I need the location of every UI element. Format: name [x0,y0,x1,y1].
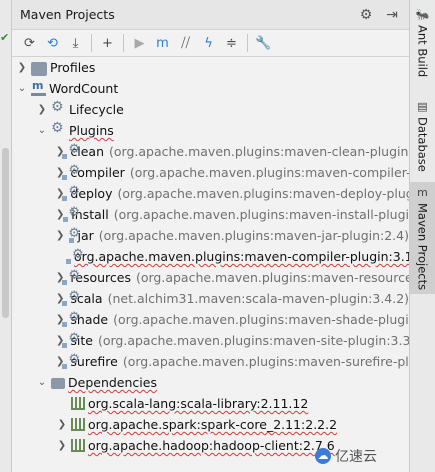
plugin-name: org.apache.maven.plugins:maven-compiler-… [74,249,409,264]
tree-row-project[interactable]: ⌄ WordCount [12,78,409,99]
check-icon: ✔ [0,31,10,44]
run-icon[interactable]: ▶ [128,32,151,54]
skip-tests-icon[interactable]: ϟ [197,32,220,54]
ant-icon: 🐜 [415,8,430,21]
download-icon[interactable]: ⤓ [64,32,87,54]
chevron-right-icon[interactable]: ❯ [56,440,68,451]
execute-goal-icon[interactable]: m [151,32,174,54]
tree-row-lifecycle[interactable]: ❯ Lifecycle [12,99,409,120]
chevron-right-icon[interactable]: ❯ [36,104,48,115]
tree-row-plugins[interactable]: ⌄ Plugins [12,120,409,141]
dependency-row[interactable]: org.scala-lang:scala-library:2.11.12 [12,393,409,414]
plugin-row[interactable]: ❯ deploy (org.apache.maven.plugins:maven… [12,183,409,204]
watermark-logo-icon: ☁ [315,448,331,464]
panel-header: Maven Projects ⚙ ⇥ [12,0,409,30]
plugin-detail: (org.apache.maven.plugins:maven-jar-plug… [98,228,409,243]
plugin-row[interactable]: ❯ jar (org.apache.maven.plugins:maven-ja… [12,225,409,246]
chevron-down-icon[interactable]: ⌄ [36,125,48,136]
plugin-row[interactable]: ❯ scala (net.alchim31.maven:scala-maven-… [12,288,409,309]
maven-toolbar: ⟳ ⟲ ⤓ + ▶ m ⧸⧸ ϟ ≑ 🔧 [12,30,409,57]
chevron-right-icon[interactable]: ❯ [56,230,64,241]
dependency-name: org.apache.spark:spark-core_2.11:2.2.2 [88,417,338,432]
tab-database-label: Database [415,117,430,172]
chevron-down-icon[interactable]: ⌄ [16,83,28,94]
reimport-icon[interactable]: ⟳ [18,32,41,54]
toolbar-separator [91,34,92,52]
add-project-icon[interactable]: + [96,32,119,54]
editor-gutter-strip: ✔ [0,0,12,472]
watermark-text: 亿速云 [335,449,377,465]
wrench-icon[interactable]: 🔧 [252,32,275,54]
maven-project-icon [31,79,46,96]
plugin-detail: (org.apache.maven.plugins:maven-surefire… [122,354,409,369]
plugin-detail: (org.apache.maven.plugins:maven-compiler… [129,165,409,180]
toolbar-separator [123,34,124,52]
panel-title: Maven Projects [20,7,115,22]
project-label: WordCount [49,81,119,96]
settings-icon[interactable]: ⚙ [357,7,375,23]
plugin-row[interactable]: ❯ site (org.apache.maven.plugins:maven-s… [12,330,409,351]
tab-maven-projects[interactable]: m Maven Projects [410,182,435,294]
plugin-row[interactable]: ❯ clean (org.apache.maven.plugins:maven-… [12,141,409,162]
tab-maven-projects-label: Maven Projects [415,203,430,291]
plugin-row[interactable]: ❯ install (org.apache.maven.plugins:mave… [12,204,409,225]
library-icon [71,397,85,410]
watermark: ☁ 亿速云 [315,446,377,466]
maven-icon: m [417,186,428,199]
plugin-icon [67,226,80,243]
generate-sources-icon[interactable]: ⟲ [41,32,64,54]
plugin-detail: (org.apache.maven.plugins:maven-site-plu… [97,333,409,348]
lifecycle-icon [51,99,66,117]
dependency-row[interactable]: ❯ org.apache.spark:spark-core_2.11:2.2.2 [12,414,409,435]
chevron-down-icon[interactable]: ⌄ [36,377,48,388]
dependency-name: org.scala-lang:scala-library:2.11.12 [88,396,309,411]
collapse-all-icon[interactable]: ≑ [220,32,243,54]
library-icon [71,439,85,452]
scrollbar-thumb[interactable] [2,148,9,318]
tab-database[interactable]: ▤ Database [410,100,435,172]
plugin-row[interactable]: ❯ resources (org.apache.maven.plugins:ma… [12,267,409,288]
plugin-icon [63,205,79,222]
toggle-offline-icon[interactable]: ⧸⧸ [174,32,197,54]
plugins-icon [51,120,66,138]
toolbar-separator [247,34,248,52]
hide-panel-icon[interactable]: ⇥ [383,7,401,23]
plugin-detail: (org.apache.maven.plugins:maven-shade-pl… [113,312,409,327]
profiles-label: Profiles [50,60,96,75]
plugin-detail: (org.apache.maven.plugins:maven-install-… [113,207,409,222]
right-tool-window-bar: 🐜 Ant Build ▤ Database m Maven Projects [409,0,435,472]
folder-icon [31,61,47,76]
tree-row-profiles[interactable]: ❯ Profiles [12,57,409,78]
plugin-row[interactable]: org.apache.maven.plugins:maven-compiler-… [12,246,409,267]
plugin-detail: (org.apache.maven.plugins:maven-resource [135,270,409,285]
dependency-name: org.apache.hadoop:hadoop-client:2.7.6 [88,438,335,453]
tree-row-dependencies[interactable]: ⌄ Dependencies [12,372,409,393]
dependencies-label: Dependencies [68,375,157,390]
chevron-right-icon[interactable]: ❯ [56,419,68,430]
lifecycle-label: Lifecycle [69,102,124,117]
plugins-label: Plugins [69,123,114,138]
library-icon [71,418,85,431]
plugin-detail: (net.alchim31.maven:scala-maven-plugin:3… [107,291,409,306]
tab-ant-build-label: Ant Build [415,25,430,78]
plugin-detail: (org.apache.maven.plugins:maven-deploy-p… [117,186,409,201]
maven-projects-panel: Maven Projects ⚙ ⇥ ⟳ ⟲ ⤓ + ▶ m ⧸⧸ ϟ ≑ 🔧 … [12,0,409,472]
project-tree: ❯ Profiles ⌄ WordCount ❯ Lifecycle ⌄ Plu… [12,57,409,456]
plugin-row[interactable]: ❯ compiler (org.apache.maven.plugins:mav… [12,162,409,183]
plugin-row[interactable]: ❯ shade (org.apache.maven.plugins:maven-… [12,309,409,330]
chevron-right-icon[interactable]: ❯ [16,62,28,73]
dependencies-folder-icon [51,378,65,389]
database-icon: ▤ [417,100,428,113]
plugin-row[interactable]: ❯ surefire (org.apache.maven.plugins:mav… [12,351,409,372]
tab-ant-build[interactable]: 🐜 Ant Build [410,8,435,90]
plugin-detail: (org.apache.maven.plugins:maven-clean-pl… [109,144,409,159]
